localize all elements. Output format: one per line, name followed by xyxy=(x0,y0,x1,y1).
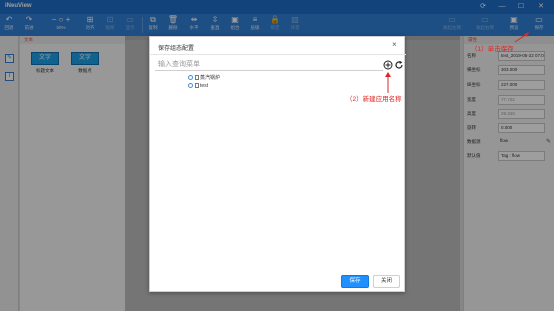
tree-item-test[interactable]: test xyxy=(188,82,208,90)
menu-search-input[interactable] xyxy=(155,58,383,71)
dialog-divider xyxy=(150,54,406,55)
dialog-title: 保存组态配置 xyxy=(158,46,195,52)
add-circle-icon[interactable] xyxy=(383,60,393,70)
save-config-dialog: 保存组态配置 × 蒸汽锅炉 test 保存 关闭 xyxy=(149,36,406,292)
annotation-new-app-name: （2）新建应用名称 xyxy=(346,96,402,103)
refresh-icon[interactable] xyxy=(394,60,404,70)
radio-icon[interactable] xyxy=(188,75,193,80)
document-icon xyxy=(195,83,199,88)
dialog-save-button[interactable]: 保存 xyxy=(341,275,369,288)
dialog-close-button[interactable]: 关闭 xyxy=(373,275,400,288)
radio-icon[interactable] xyxy=(188,83,193,88)
document-icon xyxy=(195,75,199,80)
annotation-arrow-up-icon xyxy=(385,72,391,93)
dialog-close-icon[interactable]: × xyxy=(392,40,397,49)
tree-item-steam-boiler[interactable]: 蒸汽锅炉 xyxy=(188,74,220,82)
annotation-arrow-save-icon xyxy=(514,32,529,43)
annotation-click-save: （1）单击保存 xyxy=(471,46,514,53)
